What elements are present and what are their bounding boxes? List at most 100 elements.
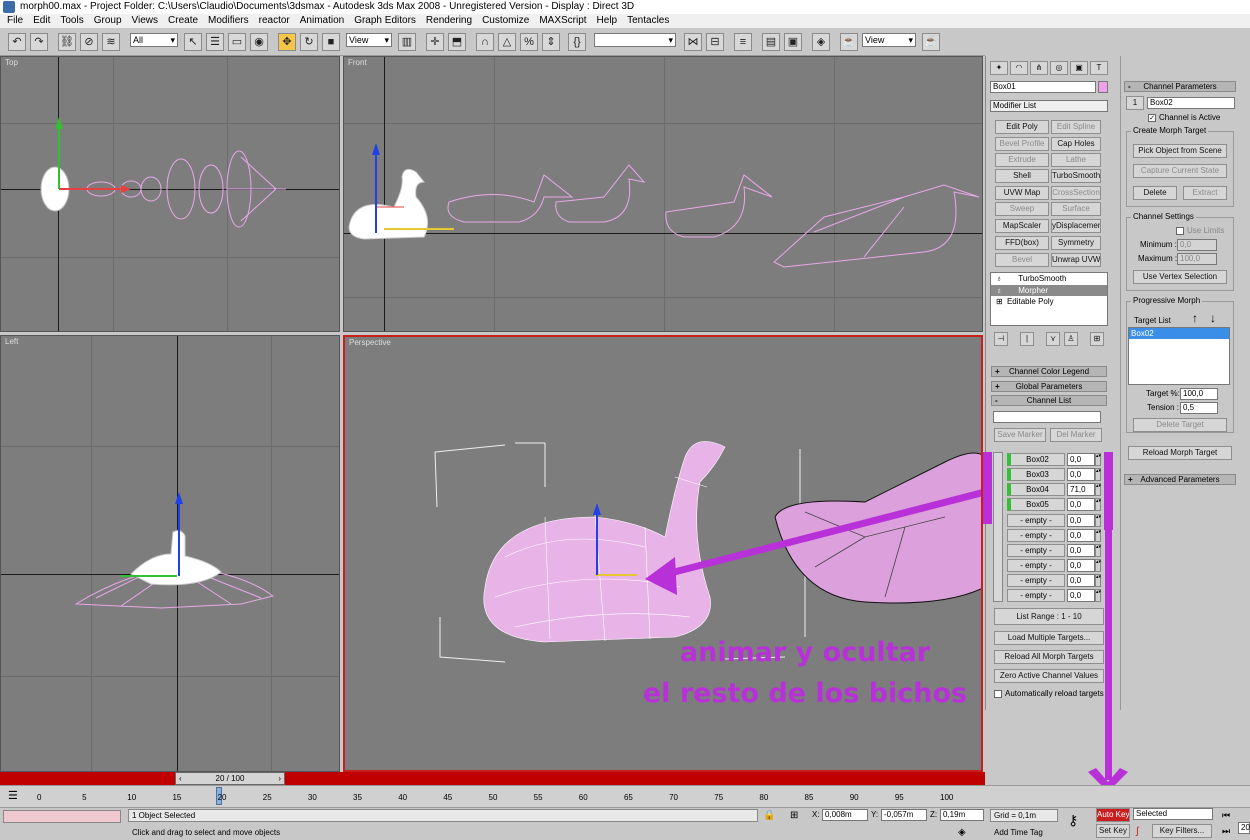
adaptive-degradation-icon[interactable]: ◈ <box>958 827 966 838</box>
x-coordinate-field[interactable]: 0,008m <box>822 809 868 821</box>
save-marker-button[interactable]: Save Marker <box>994 428 1046 442</box>
delete-target-button[interactable]: Delete Target <box>1133 418 1227 432</box>
arrow-down-icon[interactable]: ↓ <box>1210 311 1216 325</box>
key-mode-toggle-icon[interactable]: ⏭ <box>1222 826 1230 837</box>
bevel-button[interactable]: Bevel <box>995 253 1049 267</box>
sweep-button[interactable]: Sweep <box>995 202 1049 216</box>
menu-graph-editors[interactable]: Graph Editors <box>349 14 421 28</box>
channel-color-legend-rollout[interactable]: + Channel Color Legend <box>991 366 1107 377</box>
bulb-icon[interactable]: ♁ <box>996 274 1002 283</box>
menu-reactor[interactable]: reactor <box>254 14 295 28</box>
edit-named-sel-icon[interactable]: {} <box>568 33 586 51</box>
pick-object-button[interactable]: Pick Object from Scene <box>1133 144 1227 158</box>
keyboard-shortcut-icon[interactable]: ⬒ <box>448 33 466 51</box>
time-slider-thumb[interactable]: ‹ 20 / 100 › <box>175 772 285 785</box>
channel-list-rollout[interactable]: - Channel List <box>991 395 1107 406</box>
utilities-tab-icon[interactable]: T <box>1090 61 1108 75</box>
ref-coord-dropdown[interactable]: View <box>346 33 392 47</box>
ydisplacement-button[interactable]: yDisplacement <box>1051 219 1101 233</box>
prev-frame-icon[interactable]: ‹ <box>179 773 182 784</box>
z-coordinate-field[interactable]: 0,19m <box>940 809 984 821</box>
uvw-map-button[interactable]: UVW Map <box>995 186 1049 200</box>
cap-holes-button[interactable]: Cap Holes <box>1051 137 1101 151</box>
turbosmooth-button[interactable]: TurboSmooth <box>1051 169 1101 183</box>
schematic-view-icon[interactable]: ▣ <box>784 33 802 51</box>
object-name-field[interactable]: Box01 <box>990 81 1096 93</box>
target-list-item[interactable]: Box02 <box>1129 328 1229 339</box>
select-by-name-icon[interactable]: ☰ <box>206 33 224 51</box>
mirror-icon[interactable]: ⋈ <box>684 33 702 51</box>
lathe-button[interactable]: Lathe <box>1051 153 1101 167</box>
unwrap-uvw-button[interactable]: Unwrap UVW <box>1051 253 1101 267</box>
menu-file[interactable]: File <box>2 14 28 28</box>
configure-modifier-sets-icon[interactable]: ⊞ <box>1090 332 1104 346</box>
absolute-mode-icon[interactable]: ⊞ <box>790 810 798 821</box>
viewport-front[interactable]: Front <box>343 56 983 332</box>
crosssection-button[interactable]: CrossSection <box>1051 186 1101 200</box>
capture-current-state-button[interactable]: Capture Current State <box>1133 164 1227 178</box>
angle-snap-icon[interactable]: △ <box>498 33 516 51</box>
stack-item-editable-poly[interactable]: ⊞ Editable Poly <box>996 297 1054 306</box>
shell-button[interactable]: Shell <box>995 169 1049 183</box>
delete-button[interactable]: Delete <box>1133 186 1177 200</box>
bulb-icon[interactable]: ♁ <box>996 286 1002 295</box>
mapscaler-button[interactable]: MapScaler <box>995 219 1049 233</box>
selection-filter-dropdown[interactable]: All <box>130 33 178 47</box>
named-selection-dropdown[interactable] <box>594 33 676 47</box>
auto-key-button[interactable]: Auto Key <box>1096 808 1130 822</box>
ffd-box-button[interactable]: FFD(box) <box>995 236 1049 250</box>
hierarchy-tab-icon[interactable]: ⋔ <box>1030 61 1048 75</box>
bind-space-warp-icon[interactable]: ≋ <box>102 33 120 51</box>
quick-render-icon[interactable]: ☕ <box>922 33 940 51</box>
material-editor-icon[interactable]: ◈ <box>812 33 830 51</box>
use-vertex-selection-button[interactable]: Use Vertex Selection <box>1133 270 1227 284</box>
undo-icon[interactable]: ↶ <box>8 33 26 51</box>
menu-group[interactable]: Group <box>89 14 127 28</box>
unlink-icon[interactable]: ⊘ <box>80 33 98 51</box>
go-to-start-icon[interactable]: ⏮ <box>1222 810 1230 821</box>
curve-editor-icon[interactable]: ▤ <box>762 33 780 51</box>
reload-morph-target-button[interactable]: Reload Morph Target <box>1128 446 1232 460</box>
marker-dropdown[interactable] <box>993 411 1101 423</box>
layer-manager-icon[interactable]: ≡ <box>734 33 752 51</box>
modifier-list-dropdown[interactable]: Modifier List <box>990 100 1108 112</box>
advanced-parameters-rollout[interactable]: + Advanced Parameters <box>1124 474 1236 485</box>
manipulate-icon[interactable]: ✛ <box>426 33 444 51</box>
key-mode-dropdown[interactable]: Selected <box>1133 808 1213 820</box>
rect-selection-icon[interactable]: ▭ <box>228 33 246 51</box>
create-tab-icon[interactable]: ✦ <box>990 61 1008 75</box>
global-parameters-rollout[interactable]: + Global Parameters <box>991 381 1107 392</box>
menu-rendering[interactable]: Rendering <box>421 14 477 28</box>
current-frame-field[interactable]: 20 <box>1238 822 1250 834</box>
viewport-left[interactable]: Left <box>0 335 340 772</box>
show-end-result-icon[interactable]: | <box>1020 332 1034 346</box>
add-time-tag[interactable]: Add Time Tag <box>994 828 1043 837</box>
pivot-center-icon[interactable]: ▥ <box>398 33 416 51</box>
move-icon[interactable]: ✥ <box>278 33 296 51</box>
use-limits-checkbox[interactable]: Use Limits <box>1176 226 1224 235</box>
channel-active-checkbox[interactable]: ✓ Channel is Active <box>1148 113 1220 122</box>
menu-modifiers[interactable]: Modifiers <box>203 14 254 28</box>
snap-icon[interactable]: ∩ <box>476 33 494 51</box>
key-icon[interactable]: ⚷ <box>1068 812 1078 829</box>
bevel-profile-button[interactable]: Bevel Profile <box>995 137 1049 151</box>
stack-item-morpher[interactable]: ♁ Morpher <box>996 286 1048 295</box>
minimum-field[interactable]: 0,0 <box>1177 239 1217 251</box>
set-key-button[interactable]: Set Key <box>1096 824 1130 838</box>
stack-item-turbosmooth[interactable]: ♁ TurboSmooth <box>996 274 1066 283</box>
modify-tab-icon[interactable]: ◠ <box>1010 61 1028 75</box>
extrude-button[interactable]: Extrude <box>995 153 1049 167</box>
make-unique-icon[interactable]: ⋎ <box>1046 332 1060 346</box>
menu-tentacles[interactable]: Tentacles <box>622 14 674 28</box>
menu-help[interactable]: Help <box>592 14 623 28</box>
del-marker-button[interactable]: Del Marker <box>1050 428 1102 442</box>
menu-customize[interactable]: Customize <box>477 14 534 28</box>
spinner-snap-icon[interactable]: ⇕ <box>542 33 560 51</box>
tension-field[interactable]: 0,5 <box>1180 402 1218 414</box>
pin-stack-icon[interactable]: ⊣ <box>994 332 1008 346</box>
channel-parameters-rollout[interactable]: - Channel Parameters <box>1124 81 1236 92</box>
arrow-up-icon[interactable]: ↑ <box>1192 311 1198 325</box>
checkmark-icon[interactable]: ✓ <box>1148 113 1156 122</box>
channel-index-field[interactable]: 1 <box>1126 96 1144 110</box>
key-filters-button[interactable]: Key Filters... <box>1152 824 1212 838</box>
